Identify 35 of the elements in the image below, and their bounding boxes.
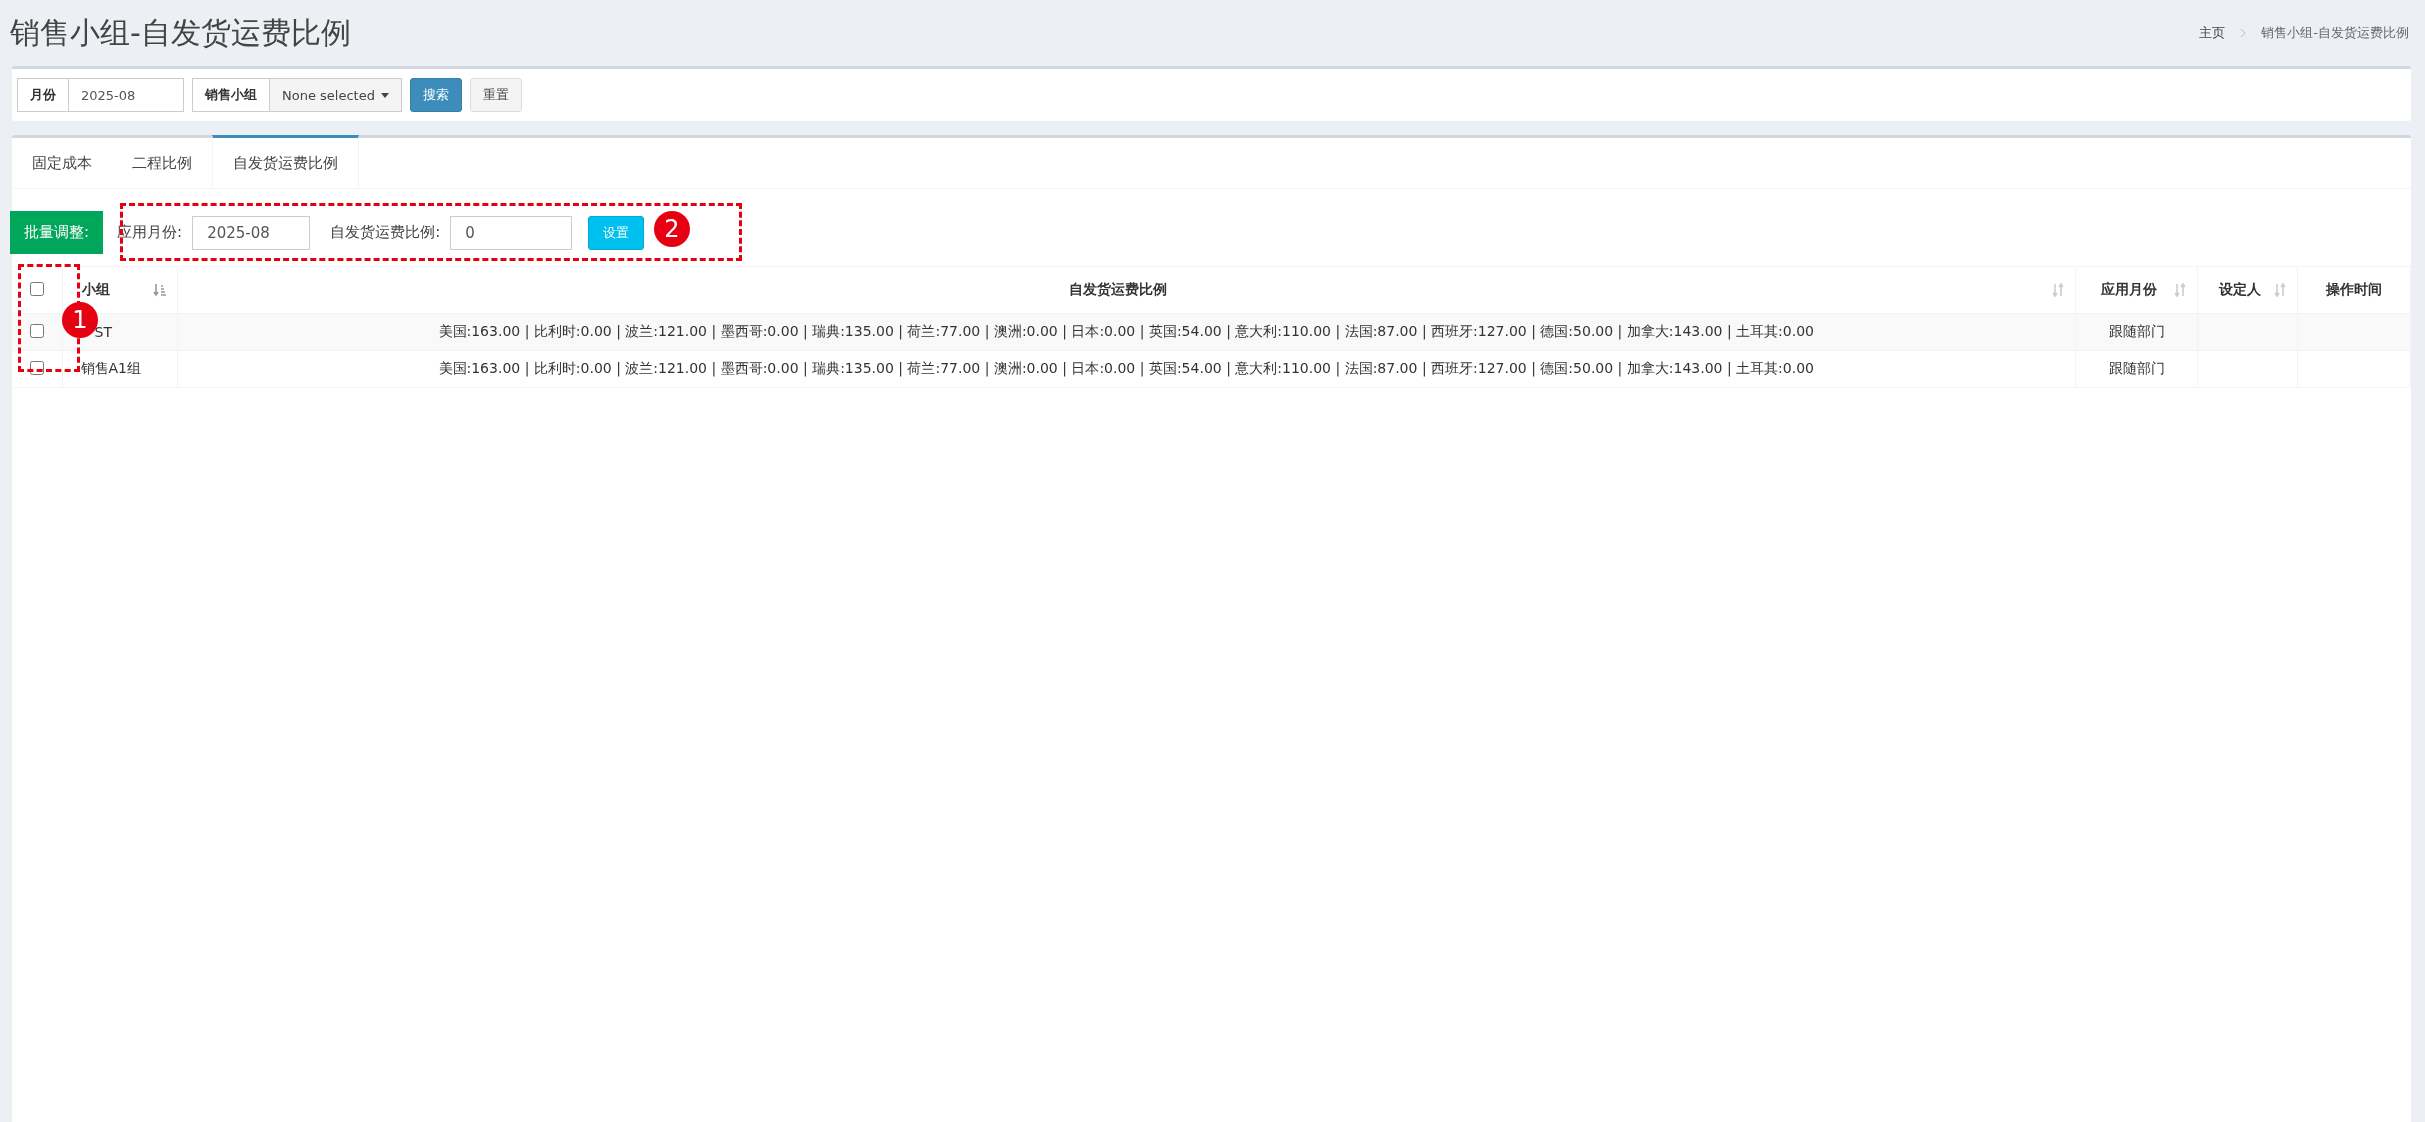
- column-header: 操作时间: [2325, 281, 2383, 299]
- chevron-icon: [2239, 28, 2248, 38]
- tab[interactable]: 二程比例: [112, 135, 212, 188]
- table-cell: 美国:163.00 | 比利时:0.00 | 波兰:121.00 | 墨西哥:0.00 | 瑞典:135.00 | 荷兰:77.00 | 澳洲:0.00 | 日本:0.00 | 英国:54.00 | 意大利:110.00 | 法国:87.00 | 西班牙:127.00 | 德国:50.00 | 加拿大:143.00 | 土耳其:0.00: [438, 360, 1814, 376]
- select-all-checkbox[interactable]: [29, 281, 44, 296]
- search-button[interactable]: 搜索: [409, 78, 462, 112]
- column-header: 自发货运费比例: [1068, 281, 1169, 299]
- column-header: 小组: [80, 281, 111, 299]
- table-cell: 美国:163.00 | 比利时:0.00 | 波兰:121.00 | 墨西哥:0.00 | 瑞典:135.00 | 荷兰:77.00 | 澳洲:0.00 | 日本:0.00 | 英国:54.00 | 意大利:110.00 | 法国:87.00 | 西班牙:127.00 | 德国:50.00 | 加拿大:143.00 | 土耳其:0.00: [438, 323, 1814, 339]
- ratio-input[interactable]: 0: [450, 215, 573, 250]
- field-label: 自发货运费比例:: [330, 223, 441, 242]
- column-header: 应用月份: [2099, 281, 2158, 299]
- month-input[interactable]: 2025-08: [192, 215, 311, 250]
- batch-label: 批量调整:: [10, 211, 104, 254]
- field-label: 月份: [17, 78, 68, 112]
- month-field[interactable]: 2025-08: [68, 78, 184, 112]
- breadcrumb-link[interactable]: 主页: [2199, 24, 2226, 42]
- group-dropdown[interactable]: None selected: [269, 78, 402, 112]
- sort-icon[interactable]: [2050, 282, 2066, 298]
- table-cell: 跟随部门: [2108, 360, 2165, 376]
- sort-icon[interactable]: [2272, 282, 2288, 298]
- row-checkbox[interactable]: [29, 360, 44, 375]
- tab[interactable]: 自发货运费比例: [212, 135, 359, 188]
- sort-icon[interactable]: [151, 282, 168, 298]
- table-cell: 跟随部门: [2108, 323, 2165, 339]
- tab[interactable]: 固定成本: [12, 135, 112, 188]
- breadcrumb-link[interactable]: 销售小组-自发货运费比例: [2261, 24, 2409, 42]
- row-checkbox[interactable]: [29, 323, 44, 338]
- table-cell: 销售A1组: [80, 360, 141, 376]
- column-header: 设定人: [2217, 281, 2262, 299]
- sort-icon[interactable]: [2172, 282, 2188, 298]
- reset-button[interactable]: 重置: [469, 78, 522, 112]
- field-label: 销售小组: [192, 78, 269, 112]
- caret-icon: [380, 92, 389, 98]
- page-title: 销售小组-自发货运费比例: [10, 13, 351, 52]
